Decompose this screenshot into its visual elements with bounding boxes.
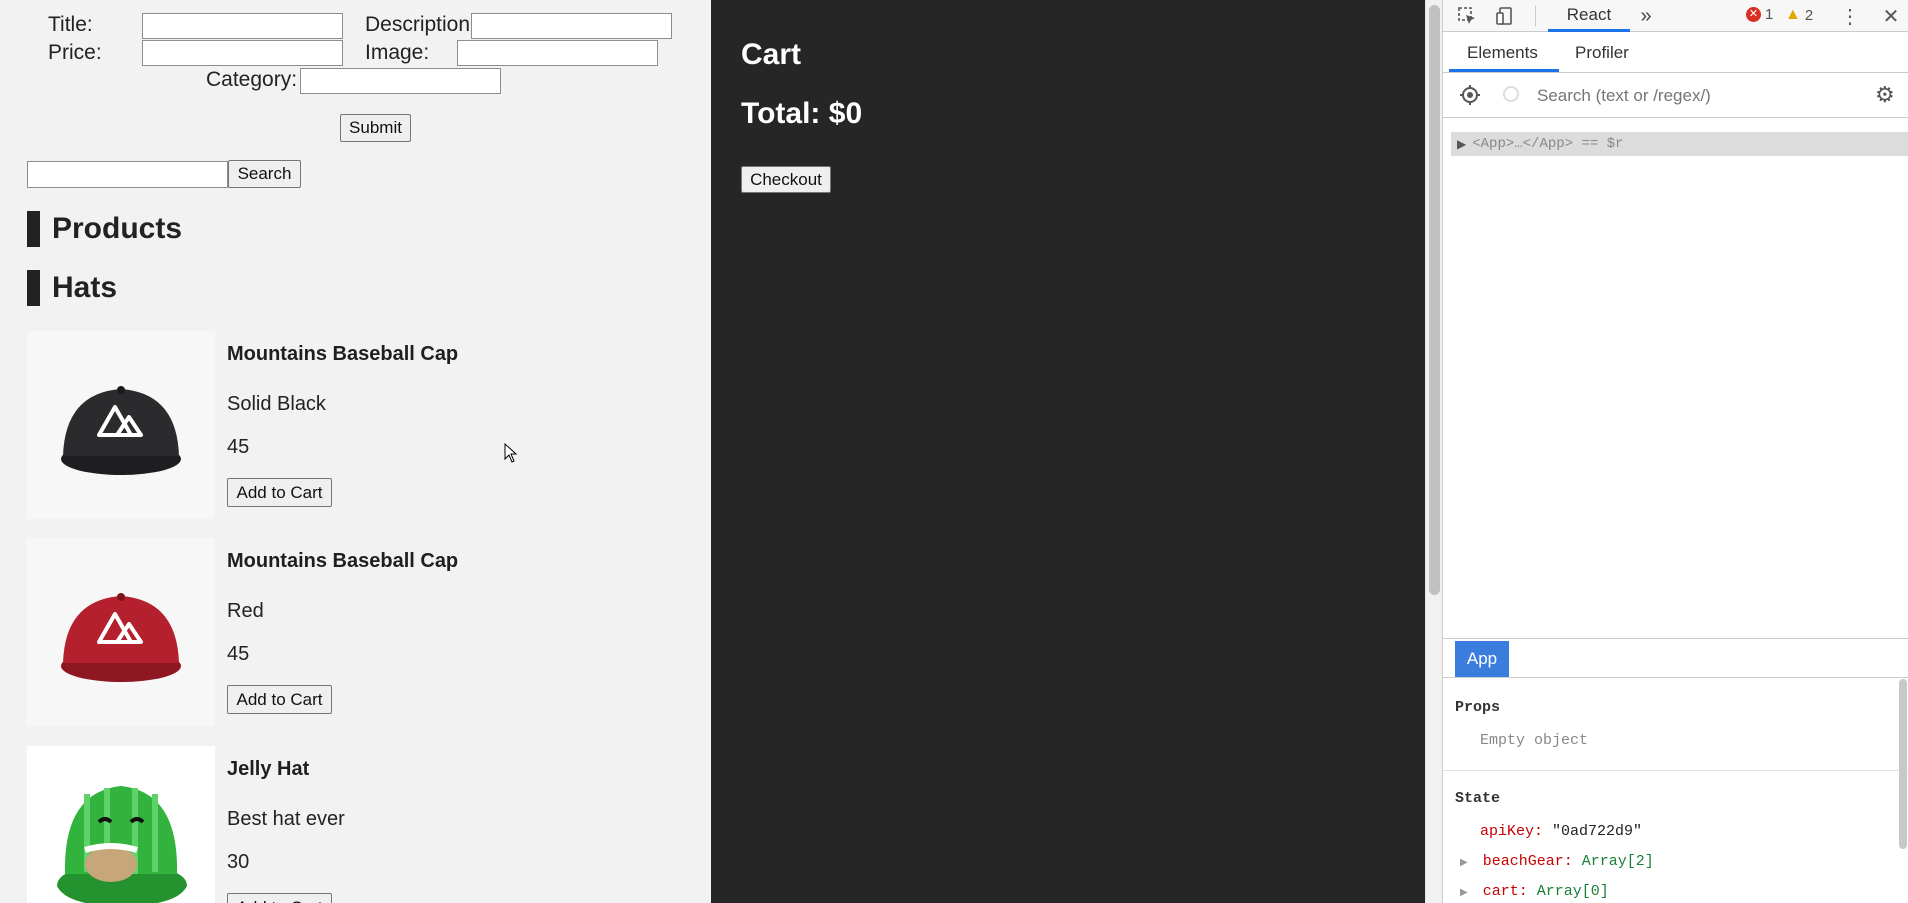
product-title: Jelly Hat xyxy=(227,758,310,780)
target-icon[interactable] xyxy=(1459,84,1481,106)
products-heading-text: Products xyxy=(52,212,183,245)
jelly-hat-icon xyxy=(57,786,187,903)
title-input[interactable] xyxy=(142,13,343,39)
add-to-cart-button[interactable]: Add to Cart xyxy=(227,685,332,714)
mouse-cursor-icon xyxy=(504,443,518,463)
react-subtabs: Elements Profiler xyxy=(1443,33,1908,73)
selected-component-badge: App xyxy=(1455,641,1509,677)
heading-bar xyxy=(27,270,40,306)
cap-icon xyxy=(61,386,181,475)
state-value: Array[0] xyxy=(1536,883,1609,900)
products-heading: Products xyxy=(27,211,182,247)
kebab-menu-icon[interactable]: ⋮ xyxy=(1838,4,1862,28)
hats-heading-text: Hats xyxy=(52,271,118,304)
image-input[interactable] xyxy=(457,40,658,66)
tree-node-app[interactable]: ▶ <App>…</App> == $r xyxy=(1451,132,1908,156)
submit-button[interactable]: Submit xyxy=(340,114,411,142)
product-description: Red xyxy=(227,600,264,622)
state-heading: State xyxy=(1455,790,1501,807)
active-tab-underline xyxy=(1449,69,1559,72)
state-entry[interactable]: apiKey: "0ad722d9" xyxy=(1480,823,1642,840)
cart-total: Total: $0 xyxy=(741,97,863,130)
error-icon: ✕ xyxy=(1746,7,1761,22)
product-card: Mountains Baseball Cap Solid Black 45 Ad… xyxy=(27,331,677,519)
state-entry[interactable]: ▶ beachGear: Array[2] xyxy=(1460,853,1654,870)
scrollbar-thumb[interactable] xyxy=(1429,5,1440,595)
component-search-bar: ⚙ xyxy=(1443,74,1908,118)
product-image xyxy=(27,746,215,903)
devtools-toolbar: React » ✕ 1 ▲ 2 ⋮ ✕ xyxy=(1443,0,1908,32)
devtools-panel: React » ✕ 1 ▲ 2 ⋮ ✕ Elements Profiler ⚙ xyxy=(1442,0,1908,903)
price-input[interactable] xyxy=(142,40,343,66)
title-label: Title: xyxy=(48,13,93,36)
add-to-cart-button[interactable]: Add to Cart xyxy=(227,478,332,507)
props-empty: Empty object xyxy=(1480,732,1589,749)
product-price: 30 xyxy=(227,851,250,873)
product-title: Mountains Baseball Cap xyxy=(227,343,459,365)
inspector-scrollbar[interactable] xyxy=(1899,679,1907,849)
expand-arrow-icon[interactable]: ▶ xyxy=(1460,858,1468,869)
warning-badge[interactable]: ▲ 2 xyxy=(1785,6,1813,24)
product-price: 45 xyxy=(227,643,250,665)
tab-profiler-label: Profiler xyxy=(1575,43,1629,62)
toolbar-divider xyxy=(1535,6,1536,26)
product-title: Mountains Baseball Cap xyxy=(227,550,459,572)
image-label: Image: xyxy=(365,41,430,64)
settings-gear-icon[interactable]: ⚙ xyxy=(1875,84,1897,106)
category-input[interactable] xyxy=(300,68,501,94)
add-to-cart-button[interactable]: Add to Cart xyxy=(227,893,332,903)
product-image xyxy=(27,331,215,519)
state-entry[interactable]: ▶ cart: Array[0] xyxy=(1460,883,1609,900)
cap-icon xyxy=(61,593,181,682)
product-description: Solid Black xyxy=(227,393,326,415)
component-inspector: App Props Empty object State apiKey: "0a… xyxy=(1443,638,1908,903)
more-tabs-icon[interactable]: » xyxy=(1634,4,1658,28)
description-label: Description: xyxy=(365,13,476,36)
page-scrollbar[interactable] xyxy=(1425,0,1442,903)
warning-count: 2 xyxy=(1804,6,1814,24)
device-toolbar-icon[interactable] xyxy=(1493,4,1517,28)
product-image xyxy=(27,538,215,726)
product-card: Mountains Baseball Cap Red 45 Add to Car… xyxy=(27,538,677,726)
state-key: beachGear: xyxy=(1482,853,1573,870)
inspect-element-icon[interactable] xyxy=(1455,4,1479,28)
tab-react-label: React xyxy=(1566,4,1612,24)
error-count: 1 xyxy=(1765,6,1774,23)
state-key: apiKey: xyxy=(1480,823,1544,840)
warning-icon: ▲ xyxy=(1785,6,1801,23)
search-icon xyxy=(1502,85,1522,105)
expand-arrow-icon[interactable]: ▶ xyxy=(1460,888,1468,899)
product-description: Best hat ever xyxy=(227,808,345,830)
search-input[interactable] xyxy=(27,161,228,188)
search-button[interactable]: Search xyxy=(228,160,301,188)
error-badge[interactable]: ✕ 1 xyxy=(1746,6,1773,23)
product-price: 45 xyxy=(227,436,250,458)
product-card: Jelly Hat Best hat ever 30 Add to Cart xyxy=(27,746,677,903)
heading-bar xyxy=(27,211,40,247)
props-heading: Props xyxy=(1455,699,1501,716)
cart-title: Cart xyxy=(741,38,802,71)
section-divider xyxy=(1443,770,1908,771)
state-key: cart: xyxy=(1482,883,1528,900)
hats-heading: Hats xyxy=(27,270,117,306)
inspector-divider xyxy=(1443,677,1908,678)
category-label: Category: xyxy=(206,68,298,91)
expand-arrow-icon[interactable]: ▶ xyxy=(1457,137,1466,152)
tree-node-label: <App>…</App> == $r xyxy=(1472,136,1624,152)
checkout-button[interactable]: Checkout xyxy=(741,166,831,193)
state-value: "0ad722d9" xyxy=(1552,823,1643,840)
description-input[interactable] xyxy=(471,13,672,39)
tab-elements-label: Elements xyxy=(1467,43,1538,62)
tab-react[interactable]: React xyxy=(1548,0,1630,32)
tab-elements[interactable]: Elements xyxy=(1467,43,1538,63)
tab-profiler[interactable]: Profiler xyxy=(1575,43,1629,63)
close-icon[interactable]: ✕ xyxy=(1879,4,1903,28)
component-search-input[interactable] xyxy=(1537,83,1837,109)
state-value: Array[2] xyxy=(1581,853,1654,870)
price-label: Price: xyxy=(48,41,102,64)
cart-panel: Cart Total: $0 Checkout xyxy=(711,0,1425,903)
